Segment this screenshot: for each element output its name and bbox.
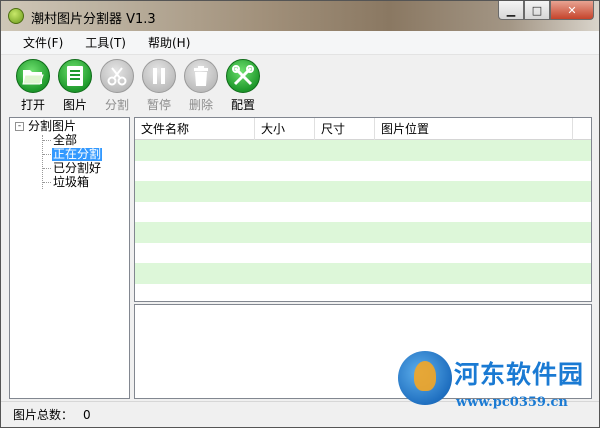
watermark-logo-icon <box>398 351 452 405</box>
menu-help[interactable]: 帮助(H) <box>137 32 201 54</box>
column-dimensions[interactable]: 尺寸 <box>315 118 375 140</box>
list-row-stripe <box>135 263 591 284</box>
column-file-name[interactable]: 文件名称 <box>135 118 255 140</box>
folder-open-icon <box>16 59 50 93</box>
tree-connector <box>43 140 51 141</box>
tree-collapse-toggle[interactable]: - <box>15 122 24 131</box>
minimize-button[interactable]: ▁ <box>498 1 524 20</box>
window-controls: ▁ □ ✕ <box>498 1 594 21</box>
tree-connector <box>43 182 51 183</box>
list-row-stripe <box>135 222 591 243</box>
delete-label: 删除 <box>188 98 213 112</box>
image-total-label: 图片总数： <box>13 408 74 422</box>
scissors-icon <box>100 59 134 93</box>
tree-root-split-images[interactable]: 分割图片 <box>28 120 76 133</box>
watermark-text: 河东软件园 <box>454 360 585 389</box>
pause-button[interactable]: 暂停 <box>138 56 180 114</box>
trash-icon <box>184 59 218 93</box>
tree-item-all[interactable]: 全部 <box>53 134 77 147</box>
config-label: 配置 <box>230 98 255 112</box>
watermark: 河东软件园 www.pc0359.cn <box>398 351 598 421</box>
split-label: 分割 <box>104 98 129 112</box>
image-button[interactable]: 图片 <box>54 56 96 114</box>
watermark-url: www.pc0359.cn <box>456 395 568 410</box>
list-row-stripe <box>135 161 591 182</box>
menu-file[interactable]: 文件(F) <box>12 32 74 54</box>
title-bar[interactable]: 潮村图片分割器 V1.3 ▁ □ ✕ <box>1 1 599 31</box>
list-row-stripe <box>135 243 591 264</box>
image-label: 图片 <box>62 98 87 112</box>
category-tree[interactable]: - 分割图片 全部 正在分割 已分割好 垃圾箱 <box>9 117 130 399</box>
config-button[interactable]: 配置 <box>222 56 264 114</box>
tree-connector <box>43 168 51 169</box>
app-window: 潮村图片分割器 V1.3 ▁ □ ✕ 文件(F) 工具(T) 帮助(H) 打开 … <box>0 0 600 428</box>
list-row-stripe <box>135 181 591 202</box>
file-list[interactable]: 文件名称 大小 尺寸 图片位置 <box>134 117 592 302</box>
pause-label: 暂停 <box>146 98 171 112</box>
split-button[interactable]: 分割 <box>96 56 138 114</box>
window-title: 潮村图片分割器 V1.3 <box>31 12 156 27</box>
tree-item-split-done[interactable]: 已分割好 <box>53 162 101 175</box>
delete-button[interactable]: 删除 <box>180 56 222 114</box>
toolbar: 打开 图片 分割 暂停 删除 配置 <box>1 56 599 116</box>
pause-icon <box>142 59 176 93</box>
maximize-button[interactable]: □ <box>524 1 550 20</box>
tree-connector <box>43 154 51 155</box>
image-document-icon <box>58 59 92 93</box>
list-row-stripe <box>135 284 591 302</box>
app-icon <box>8 8 24 24</box>
column-filler <box>573 118 591 140</box>
column-size[interactable]: 大小 <box>255 118 315 140</box>
list-header: 文件名称 大小 尺寸 图片位置 <box>135 118 591 140</box>
list-row-stripe <box>135 140 591 161</box>
open-label: 打开 <box>20 98 45 112</box>
image-total-count: 0 <box>83 407 91 422</box>
list-row-stripe <box>135 202 591 223</box>
tree-item-trash[interactable]: 垃圾箱 <box>53 176 89 189</box>
close-button[interactable]: ✕ <box>550 1 594 20</box>
tree-connector <box>42 135 43 189</box>
menu-tools[interactable]: 工具(T) <box>74 32 137 54</box>
column-image-location[interactable]: 图片位置 <box>375 118 573 140</box>
open-button[interactable]: 打开 <box>12 56 54 114</box>
menu-bar: 文件(F) 工具(T) 帮助(H) <box>1 31 599 55</box>
tree-item-splitting[interactable]: 正在分割 <box>52 148 103 161</box>
wrench-screwdriver-icon <box>226 59 260 93</box>
